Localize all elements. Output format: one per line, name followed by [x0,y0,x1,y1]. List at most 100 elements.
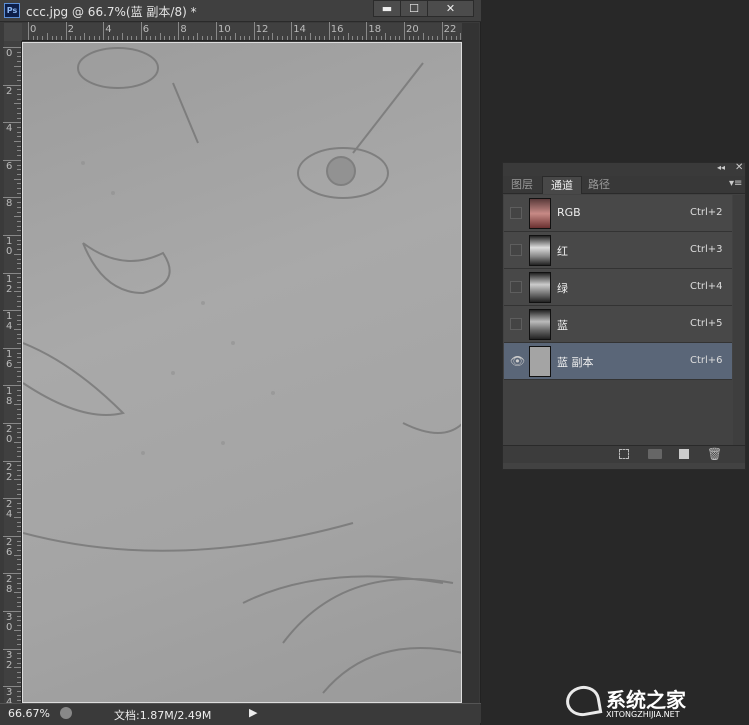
tab-channels[interactable]: 通道 [542,176,582,194]
ruler-tick [173,36,175,40]
ruler-label: 14 [6,311,13,333]
ruler-tick [75,36,76,40]
ruler-label: 30 [6,612,13,633]
ruler-tick [17,314,21,316]
panel-footer: 🗑 [503,445,745,463]
ruler-tick [17,451,21,453]
channel-row[interactable]: 红 Ctrl+3 [504,232,732,269]
close-button[interactable]: ✕ [427,0,474,17]
ruler-tick [14,404,21,406]
maximize-button[interactable]: ☐ [400,0,428,17]
ruler-tick [17,202,21,204]
channel-row[interactable]: 👁 蓝 副本 Ctrl+6 [504,343,732,380]
tab-paths[interactable]: 路径 [580,176,618,194]
ruler-tick [3,611,21,612]
ruler-tick [418,36,420,40]
tab-layers[interactable]: 图层 [503,176,541,194]
ruler-tick [17,653,21,655]
ruler-tick [17,578,21,580]
new-channel-icon[interactable] [679,449,689,459]
ruler-tick [338,36,340,40]
ruler-tick [154,36,156,40]
ruler-tick [17,634,21,636]
channel-row[interactable]: 蓝 Ctrl+5 [504,306,732,343]
horizontal-ruler[interactable]: 0 2 4 6 8 10 12 14 16 18 20 22 [22,22,476,41]
ruler-tick [3,535,21,537]
watermark-logo: 系统之家 XITONGZHIJIA.NET [563,683,746,724]
ruler-tick [187,36,189,40]
panel-scrollbar[interactable] [733,195,745,445]
panel-close-icon[interactable]: ✕ [735,162,743,173]
zoom-level[interactable]: 66.67% [8,707,50,720]
ruler-tick [324,36,326,40]
ruler-tick [122,33,123,40]
ruler-label: 22 [443,24,457,35]
ruler-label: 12 [6,273,13,295]
image-canvas[interactable] [22,42,462,703]
channel-shortcut: Ctrl+6 [690,355,723,366]
ruler-label: 2 [67,24,74,35]
ruler-tick [319,36,321,40]
ruler-tick [192,36,194,40]
save-selection-icon[interactable] [648,449,662,459]
ruler-tick [310,33,311,40]
ruler-tick [17,244,21,246]
ruler-tick [17,376,21,377]
status-menu-arrow-icon[interactable]: ▶ [249,706,257,719]
vertical-ruler[interactable]: 0246810121416182022242628303234 [3,41,22,721]
visibility-toggle[interactable] [510,318,522,330]
ruler-tick [333,36,335,40]
ruler-tick [201,36,203,40]
face-image [23,47,461,694]
visibility-toggle[interactable] [510,244,522,256]
load-selection-icon[interactable] [619,449,629,459]
title-bar[interactable]: Ps ccc.jpg @ 66.7%(蓝 副本/8) * ▬ ☐ ✕ [0,0,481,22]
document-size: 文档:1.87M/2.49M [114,709,212,722]
ruler-tick [17,249,21,251]
ruler-label: 26 [6,536,13,558]
ruler-tick [17,413,21,415]
ruler-tick [159,33,161,40]
ruler-tick [14,291,21,293]
visibility-toggle[interactable] [510,281,522,293]
ruler-tick [17,662,21,664]
ruler-origin[interactable] [4,23,22,41]
ruler-label: 6 [142,24,150,35]
ruler-tick [28,22,29,40]
visibility-toggle[interactable] [510,207,522,219]
status-bar: 66.67% 文档:1.87M/2.49M ▶ [0,703,481,723]
status-info-icon[interactable] [60,707,72,719]
ruler-tick [17,343,21,345]
ruler-tick [17,131,21,133]
ruler-tick [17,319,21,321]
ruler-tick [112,36,114,40]
ruler-tick [385,33,387,40]
ruler-tick [455,36,457,40]
ruler-tick [446,36,448,40]
ruler-tick [140,22,142,40]
ruler-tick [3,347,21,349]
ruler-tick [3,84,21,86]
collapse-icon[interactable]: ◂◂ [717,163,725,172]
ruler-tick [17,488,21,490]
ruler-tick [17,352,21,354]
trash-icon[interactable]: 🗑 [707,447,722,461]
channel-shortcut: Ctrl+2 [690,207,723,218]
panel-tabs: 图层 通道 路径 ▾≡ [503,176,745,194]
panel-menu-icon[interactable]: ▾≡ [729,178,742,189]
channel-thumbnail [529,346,551,377]
ruler-tick [14,441,21,443]
channel-row[interactable]: RGB Ctrl+2 [504,195,732,232]
eye-icon[interactable]: 👁 [510,354,525,368]
channel-row[interactable]: 绿 Ctrl+4 [504,269,732,306]
ruler-tick [17,512,21,514]
ruler-tick [17,606,21,608]
ruler-tick [17,305,21,307]
document-window: Ps ccc.jpg @ 66.7%(蓝 副本/8) * ▬ ☐ ✕ 02468… [0,0,481,725]
ruler-tick [248,36,250,40]
minimize-button[interactable]: ▬ [373,0,401,17]
panel-header[interactable]: ◂◂ ✕ [503,162,745,176]
ruler-tick [17,117,21,119]
ruler-tick [17,173,21,175]
ruler-tick [197,33,199,40]
